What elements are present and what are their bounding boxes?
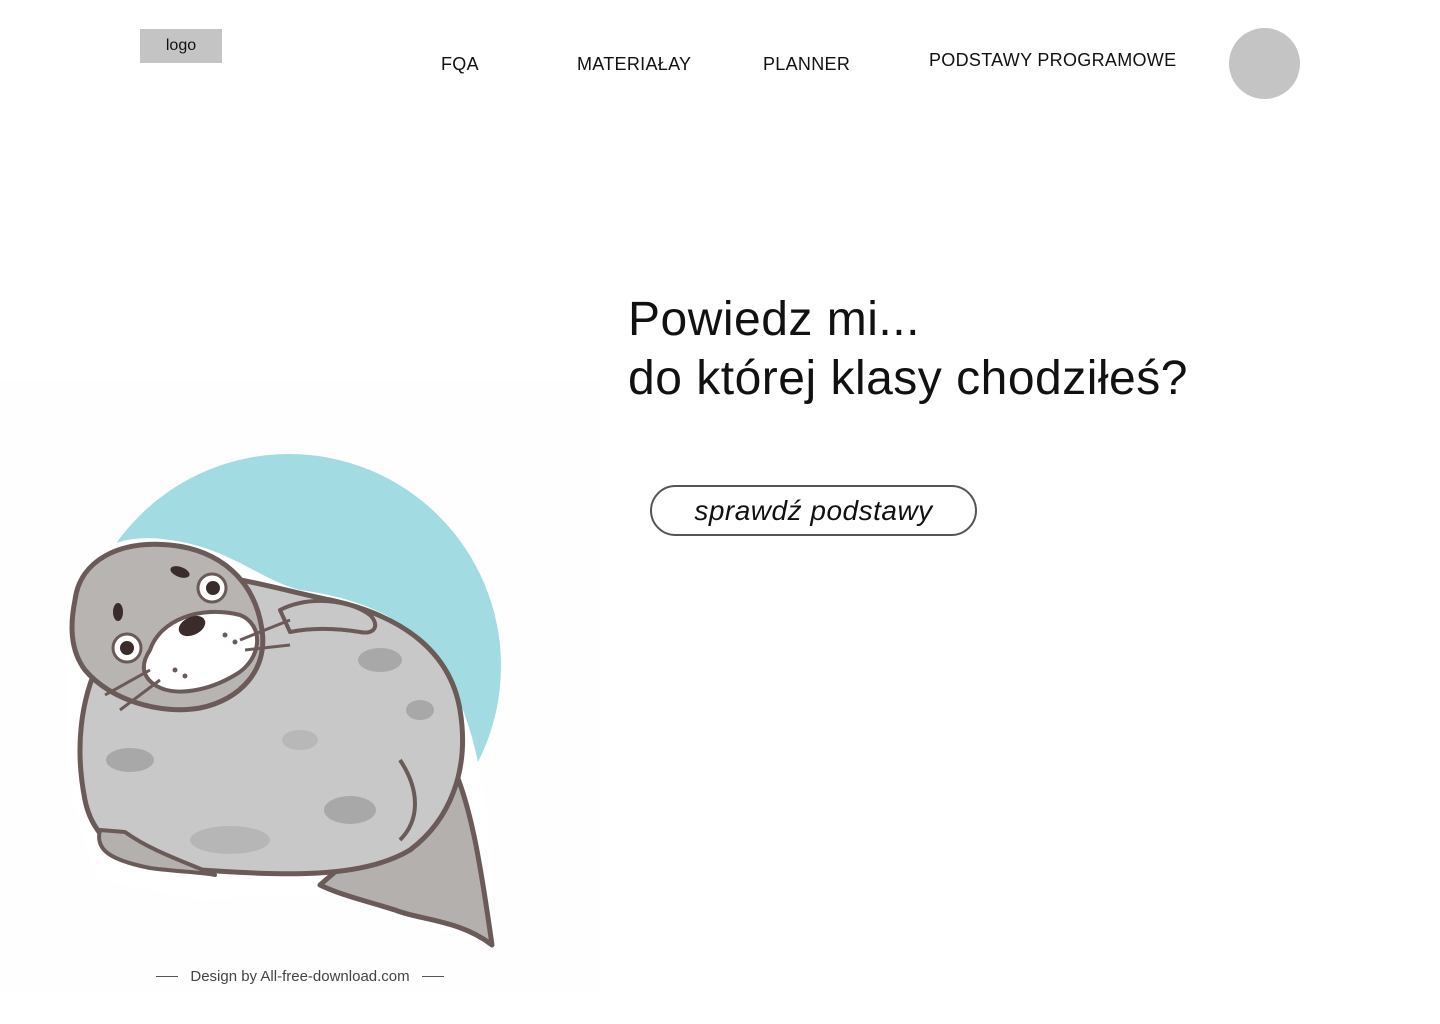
credit-dash-left: [156, 976, 179, 977]
avatar[interactable]: [1229, 28, 1300, 99]
logo-label: logo: [165, 37, 197, 54]
seal-icon: [65, 454, 501, 948]
credit-dash-right: [421, 976, 444, 977]
nav-item-podstawy-programowe[interactable]: PODSTAWY PROGRAMOWE: [929, 50, 1176, 71]
hero-headline-line2: do której klasy chodziłeś?: [628, 352, 1188, 405]
logo[interactable]: logo: [140, 29, 222, 63]
nav-item-materialy[interactable]: MATERIAŁAY: [577, 54, 691, 75]
nav-item-fqa[interactable]: FQA: [441, 54, 479, 75]
hero-headline-line1: Powiedz mi...: [628, 293, 920, 346]
seal-illustration: [0, 380, 600, 994]
nav-item-planner[interactable]: PLANNER: [763, 54, 850, 75]
page: logo FQA MATERIAŁAY PLANNER PODSTAWY PRO…: [0, 0, 1440, 1024]
credit-text: Design by All-free-download.com: [190, 968, 410, 985]
check-curriculum-button[interactable]: sprawdź podstawy: [650, 485, 977, 536]
hero-headline: Powiedz mi... do której klasy chodziłeś?: [628, 290, 1188, 408]
illustration-credit: Design by All-free-download.com: [150, 968, 450, 985]
